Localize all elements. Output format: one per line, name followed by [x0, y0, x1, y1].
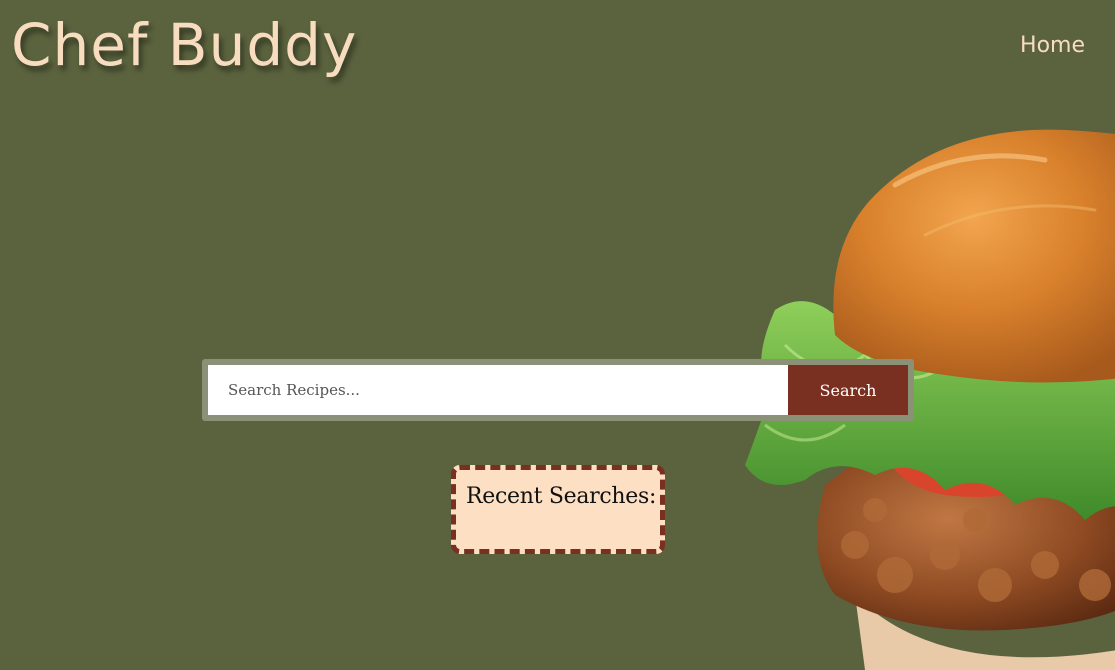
recent-searches-title: Recent Searches: — [466, 484, 657, 509]
search-bar: Search — [202, 359, 914, 421]
search-input[interactable] — [208, 365, 788, 415]
site-logo-title: Chef Buddy — [11, 11, 358, 79]
search-button[interactable]: Search — [788, 365, 908, 415]
nav-home-link[interactable]: Home — [1020, 33, 1085, 58]
recent-searches-panel: Recent Searches: — [451, 465, 665, 554]
